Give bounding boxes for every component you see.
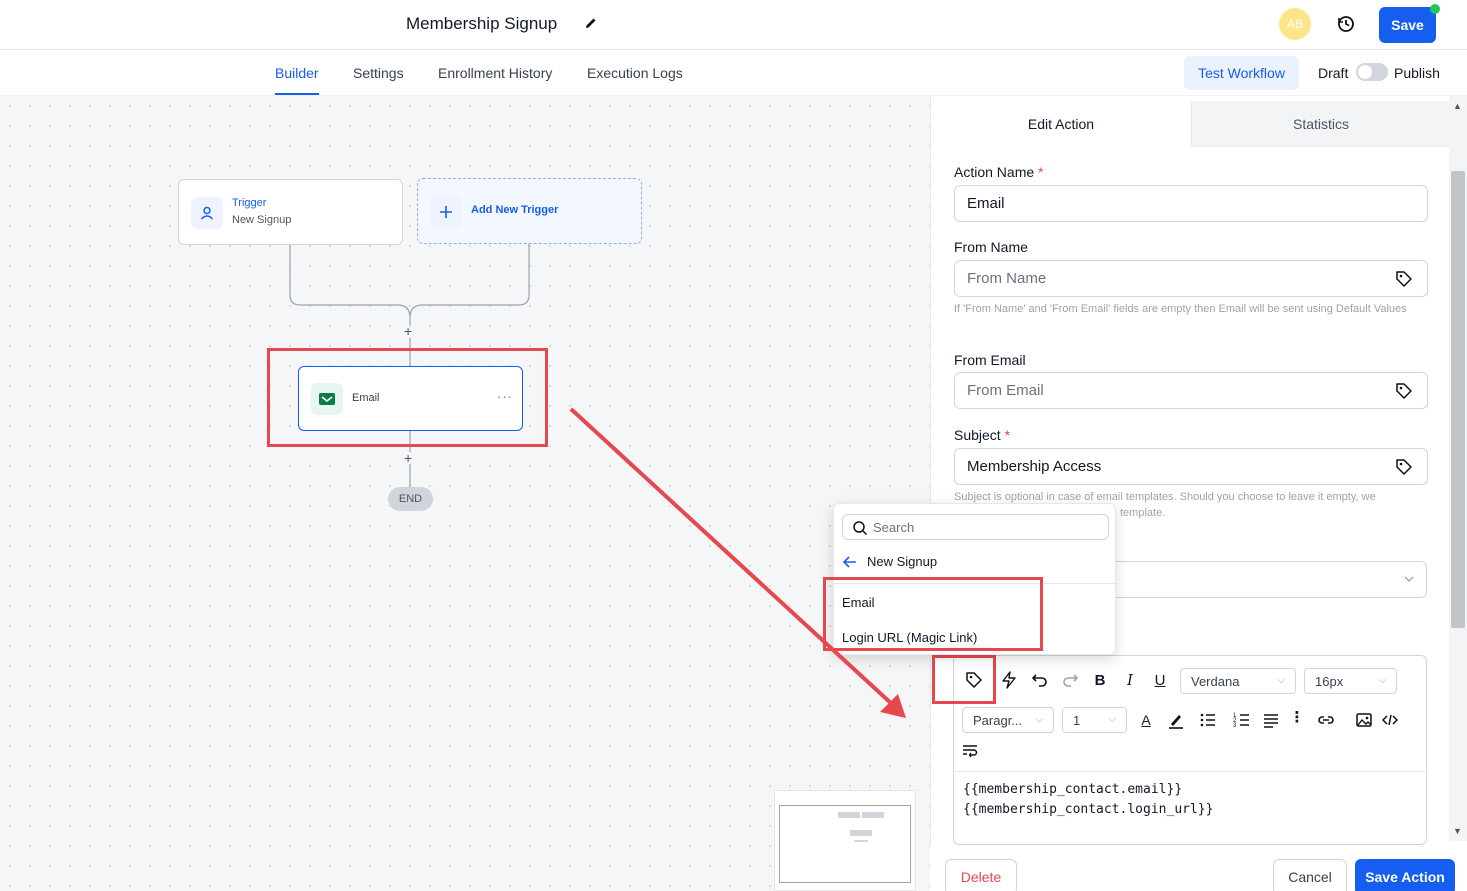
editor-divider xyxy=(954,771,1426,772)
avatar[interactable]: AB xyxy=(1279,8,1311,40)
italic-icon[interactable]: I xyxy=(1120,670,1140,690)
end-node: END xyxy=(388,487,433,511)
delete-button[interactable]: Delete xyxy=(945,859,1017,891)
from-name-help: If 'From Name' and 'From Email' fields a… xyxy=(954,303,1407,315)
block-format-select[interactable]: Paragr... ⌵ xyxy=(962,707,1054,733)
template-select[interactable] xyxy=(1110,561,1427,598)
text-color-icon[interactable]: A xyxy=(1136,710,1156,730)
font-size-select[interactable]: 16px ⌵ xyxy=(1304,668,1397,694)
action-name-input[interactable]: Email xyxy=(954,185,1428,222)
test-workflow-button[interactable]: Test Workflow xyxy=(1184,56,1299,90)
undo-icon[interactable] xyxy=(1030,670,1050,690)
trigger-node[interactable]: Trigger New Signup xyxy=(178,179,403,245)
code-icon[interactable] xyxy=(1380,710,1400,730)
add-step-button[interactable]: + xyxy=(404,323,412,339)
underline-icon[interactable]: U xyxy=(1150,670,1170,690)
minimap-viewport xyxy=(779,805,911,883)
editor-line[interactable]: {{membership_contact.login_url}} xyxy=(963,802,1213,817)
subject-help-tail: template. xyxy=(1120,507,1166,519)
trigger-title: Trigger xyxy=(232,197,267,209)
history-icon[interactable] xyxy=(1335,13,1357,35)
tab-edit-action[interactable]: Edit Action xyxy=(931,101,1191,147)
annotation-box-dropdown-items xyxy=(823,577,1043,651)
minimap-node xyxy=(838,812,860,818)
status-dot xyxy=(1430,4,1440,14)
minimap[interactable] xyxy=(774,790,916,891)
action-name-label: Action Name * xyxy=(954,164,1044,180)
add-trigger-node[interactable]: Add New Trigger xyxy=(417,178,642,244)
publish-label: Publish xyxy=(1394,65,1440,81)
editor-line[interactable]: {{membership_contact.email}} xyxy=(963,782,1182,797)
dropdown-search-input[interactable]: Search xyxy=(842,514,1109,540)
minimap-node xyxy=(854,840,868,842)
more-vertical-icon[interactable]: ⋮ xyxy=(1287,708,1307,728)
draft-label: Draft xyxy=(1318,65,1349,81)
from-email-input[interactable]: From Email xyxy=(954,372,1428,409)
svg-text:3: 3 xyxy=(1233,723,1237,729)
bullet-list-icon[interactable] xyxy=(1198,710,1218,730)
numbered-list-icon[interactable]: 123 xyxy=(1232,710,1252,730)
email-body-editor[interactable]: B I U Verdana ⌵ 16px ⌵ Paragr... ⌵ 1 ⌵ A 123… xyxy=(953,655,1427,845)
from-name-label: From Name xyxy=(954,239,1028,255)
add-trigger-label: Add New Trigger xyxy=(471,204,559,216)
minimap-node xyxy=(850,830,872,836)
font-family-select[interactable]: Verdana ⌵ xyxy=(1180,668,1296,694)
tag-icon[interactable] xyxy=(1395,458,1413,476)
align-icon[interactable] xyxy=(1261,710,1281,730)
from-name-input[interactable]: From Name xyxy=(954,260,1428,297)
user-icon xyxy=(191,197,223,229)
scroll-down-arrow[interactable]: ▼ xyxy=(1453,826,1462,836)
tag-icon[interactable] xyxy=(1395,270,1413,288)
link-icon[interactable] xyxy=(1316,710,1336,730)
subject-input[interactable]: Membership Access xyxy=(954,448,1428,485)
search-icon xyxy=(853,521,868,536)
dropdown-back-button[interactable]: New Signup xyxy=(843,554,937,569)
lightning-icon[interactable] xyxy=(999,670,1019,690)
highlight-icon[interactable] xyxy=(1166,710,1186,730)
arrow-left-icon xyxy=(843,555,856,568)
from-email-label: From Email xyxy=(954,352,1026,368)
line-height-select[interactable]: 1 ⌵ xyxy=(1062,707,1127,733)
annotation-box-email-node xyxy=(267,348,548,447)
scrollbar-thumb[interactable] xyxy=(1451,171,1465,628)
cancel-button[interactable]: Cancel xyxy=(1273,859,1347,891)
save-action-button[interactable]: Save Action xyxy=(1355,859,1455,891)
tag-icon[interactable] xyxy=(1395,382,1413,400)
image-icon[interactable] xyxy=(1354,710,1374,730)
annotation-box-tag-button xyxy=(932,655,996,704)
minimap-node xyxy=(862,812,884,818)
save-button[interactable]: Save xyxy=(1379,7,1436,43)
subject-label: Subject * xyxy=(954,427,1011,443)
tab-statistics[interactable]: Statistics xyxy=(1191,101,1450,147)
redo-icon[interactable] xyxy=(1060,670,1080,690)
publish-toggle[interactable] xyxy=(1356,63,1388,81)
plus-icon xyxy=(430,196,462,228)
trigger-subtitle: New Signup xyxy=(232,214,292,226)
scroll-up-arrow[interactable]: ▲ xyxy=(1453,101,1462,111)
chevron-down-icon xyxy=(1404,576,1414,582)
wrap-text-icon[interactable] xyxy=(960,740,980,760)
bold-icon[interactable]: B xyxy=(1090,670,1110,690)
add-step-button-bottom[interactable]: + xyxy=(404,450,412,466)
